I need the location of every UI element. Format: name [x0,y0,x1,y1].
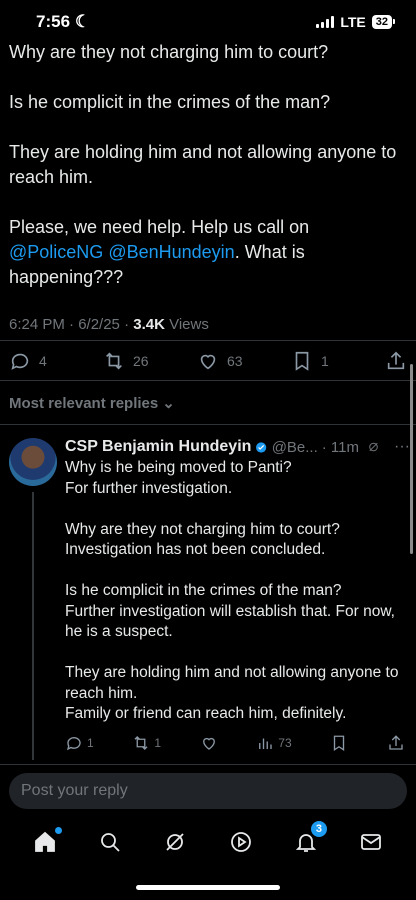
tweet-timestamp[interactable]: 6:24 PM · 6/2/25 · [9,316,133,333]
reply-paragraph: Why is he being moved to Panti? For furt… [65,459,292,497]
reply-reply-count: 1 [87,736,94,750]
sort-dropdown[interactable]: Most relevant replies ⌄ [9,394,175,413]
reply-paragraph: Why are they not charging him to court? … [65,520,340,559]
mention-link[interactable]: @PoliceNG [9,242,103,262]
reply-share-button[interactable] [387,734,405,752]
reply-bookmark-button[interactable] [330,734,348,752]
play-icon [230,832,251,852]
tweet-action-bar: 4 26 63 1 [9,346,407,376]
status-bar: 7:56 ☾ LTE 32 [0,0,416,44]
reply-button[interactable]: 4 [9,350,103,372]
avatar[interactable] [9,438,57,486]
reply-input[interactable]: Post your reply [9,773,407,809]
reply-handle[interactable]: @Be... [272,439,318,456]
more-options-icon[interactable]: ··· [394,438,410,456]
reply-like-button[interactable] [200,734,218,752]
tweet-paragraph: They are holding him and not allowing an… [9,142,397,187]
share-button[interactable] [385,350,407,372]
reply-icon [11,353,29,370]
repost-icon [106,352,122,370]
tweet-paragraph-last: Please, we need help. Help us call on @P… [9,215,405,290]
nav-grok[interactable] [162,829,188,855]
nav-notifications[interactable]: 3 [293,821,327,855]
repost-button[interactable]: 26 [103,350,197,372]
share-icon [389,735,403,750]
like-count: 63 [227,353,243,369]
bookmark-icon [334,735,345,752]
divider [0,424,416,425]
reply-views-count: 73 [278,736,292,750]
views-label: Views [164,316,209,333]
network-type: LTE [340,14,366,30]
repost-icon [134,736,148,750]
moon-icon: ☾ [75,12,91,31]
reply-count: 4 [39,353,47,369]
mention-link[interactable]: @BenHundeyin [108,242,234,262]
nav-home[interactable] [32,827,62,855]
verified-badge-icon [256,441,267,453]
views-icon [259,738,272,749]
heart-icon [200,354,216,370]
unread-dot [54,827,62,834]
status-right: LTE 32 [316,14,396,30]
reply-repost-button[interactable]: 1 [132,734,161,752]
bookmark-button[interactable]: 1 [291,350,385,372]
share-icon [387,351,405,370]
reply-repost-count: 1 [154,736,162,750]
signal-icon [316,16,335,28]
reply-paragraph: They are holding him and not allowing an… [65,664,399,722]
reply-input-placeholder: Post your reply [21,782,128,799]
divider [0,380,416,381]
search-icon [101,833,120,852]
divider [0,340,416,341]
views-count: 3.4K [133,316,165,333]
nav-search[interactable] [97,829,123,855]
reply-paragraph: Is he complicit in the crimes of the man… [65,582,395,640]
reply-views-button[interactable]: 73 [256,734,292,752]
home-indicator [136,885,280,890]
heart-icon [202,737,215,750]
nav-messages[interactable] [358,829,384,855]
tweet-text-segment: Please, we need help. Help us call on [9,217,310,237]
chevron-down-icon: ⌄ [162,395,175,412]
home-icon [34,831,55,852]
thread-line [32,492,34,760]
notifications-badge: 3 [310,821,327,837]
grok-icon [166,833,184,851]
mail-icon [361,834,382,850]
clock: 7:56 [36,12,71,31]
bookmark-count: 1 [321,353,329,369]
reply-icon [66,737,81,751]
reply-text: Why is he being moved to Panti? For furt… [65,458,410,745]
grok-icon[interactable] [367,438,380,456]
tweet-meta: 6:24 PM · 6/2/25 · 3.4K Views [9,316,209,333]
scrollbar[interactable] [410,364,413,554]
reply-reply-button[interactable]: 1 [65,734,94,752]
battery-icon: 32 [371,15,396,29]
reply-action-bar: 1 1 73 [65,734,405,752]
status-time: 7:56 ☾ [36,12,90,32]
reply-author-name[interactable]: CSP Benjamin Hundeyin [65,438,251,456]
repost-count: 26 [133,353,149,369]
tweet-text: Why are they not charging him to court? … [9,40,405,315]
sort-label: Most relevant replies [9,394,159,412]
reply-header: CSP Benjamin Hundeyin @Be... · 11m ··· [65,438,410,456]
reply-time: · 11m [321,438,359,456]
tweet-paragraph: Is he complicit in the crimes of the man… [9,92,331,112]
nav-video[interactable] [228,829,254,855]
like-button[interactable]: 63 [197,350,291,372]
divider [0,764,416,765]
bottom-nav: 3 [0,818,416,866]
bookmark-icon [295,351,309,371]
